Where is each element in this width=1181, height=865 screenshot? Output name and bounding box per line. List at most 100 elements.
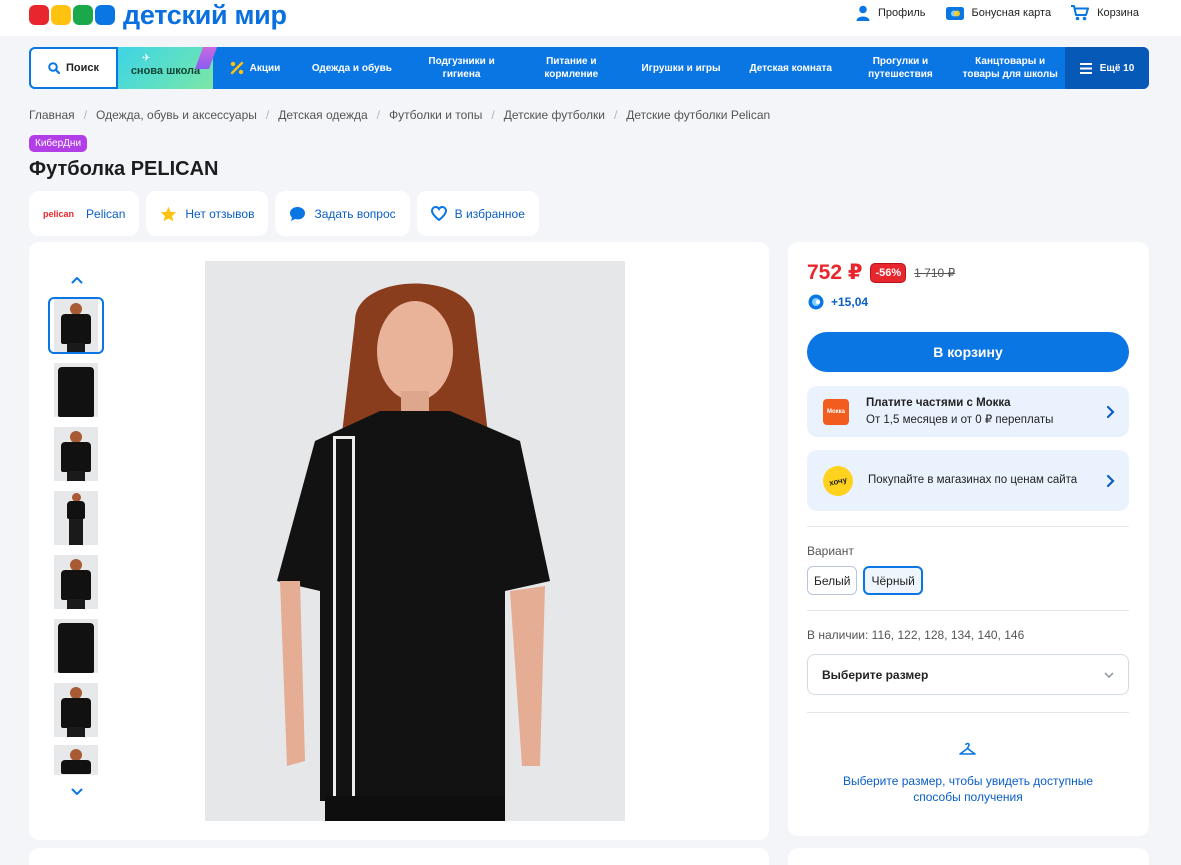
site-logo[interactable]: детский мир: [29, 0, 287, 30]
variant-black[interactable]: Чёрный: [863, 566, 923, 595]
menu-icon: [1079, 62, 1092, 74]
profile-label: Профиль: [878, 7, 926, 19]
buy-panel: 752 ₽ -56% 1 710 ₽ +15,04 В корзину Мокк…: [788, 242, 1149, 836]
breadcrumb-item[interactable]: Детские футболки Pelican: [626, 108, 770, 122]
mokka-title: Платите частями с Мокка: [866, 396, 1011, 409]
search-button[interactable]: Поиск: [29, 47, 118, 89]
description-card: [29, 848, 769, 865]
nav-item-kids-room[interactable]: Детская комната: [736, 47, 846, 89]
breadcrumb-separator: /: [265, 108, 270, 122]
main-nav: Поиск ✈ снова школа Акции Одежда и обувь…: [29, 47, 1149, 89]
paper-plane-icon: ✈: [142, 53, 151, 64]
current-price: 752 ₽: [807, 261, 863, 284]
logo-text: детский мир: [123, 0, 287, 30]
breadcrumb-item[interactable]: Главная: [29, 108, 75, 122]
chevron-right-icon: [1106, 474, 1115, 487]
reviews-link[interactable]: Нет отзывов: [146, 191, 269, 236]
cart-label: Корзина: [1097, 7, 1139, 19]
nav-item-food[interactable]: Питание и кормление: [516, 47, 626, 89]
search-label: Поиск: [65, 62, 99, 74]
thumbnails-up-button[interactable]: [48, 270, 106, 290]
search-icon: [48, 62, 60, 74]
logo-blocks: [29, 5, 115, 25]
store-prices-text: Покупайте в магазинах по ценам сайта: [868, 474, 1078, 486]
user-icon: [856, 5, 870, 21]
bonus-card-label: Бонусная карта: [971, 7, 1052, 19]
percent-icon: [230, 61, 243, 75]
delivery-hint: Выберите размер, чтобы увидеть доступные…: [842, 774, 1094, 804]
variant-white[interactable]: Белый: [807, 566, 858, 595]
breadcrumb-separator: /: [613, 108, 618, 122]
mokka-text: Платите частями с Мокка От 1,5 месяцев и…: [866, 395, 1106, 429]
top-links: Профиль Бонусная карта Корзина: [856, 4, 1139, 22]
thumbnail[interactable]: [48, 617, 104, 674]
nav-sale-label: Акции: [249, 62, 281, 74]
chat-bubble-icon: [290, 206, 306, 221]
nav-item-clothes[interactable]: Одежда и обувь: [297, 47, 407, 89]
favorite-label: В избранное: [454, 206, 525, 221]
breadcrumb-separator: /: [376, 108, 380, 122]
bonus-card-link[interactable]: Бонусная карта: [945, 4, 1052, 22]
product-actions: pelican Pelican Нет отзывов Задать вопро…: [29, 191, 539, 236]
nav-item-diapers[interactable]: Подгузники и гигиена: [407, 47, 517, 89]
thumbnail[interactable]: [48, 489, 104, 546]
breadcrumb-item[interactable]: Одежда, обувь и аксессуары: [96, 108, 257, 122]
divider: [807, 712, 1129, 713]
nav-more-button[interactable]: Ещё 10: [1065, 47, 1149, 89]
header: детский мир Профиль Бонусная карта Корзи…: [0, 0, 1181, 36]
breadcrumb: Главная / Одежда, обувь и аксессуары / Дет…: [29, 108, 770, 122]
chevron-down-icon: [71, 788, 83, 796]
bonus-card-icon: [945, 6, 964, 20]
size-select[interactable]: Выберите размер: [807, 654, 1129, 695]
thumbnails-down-button[interactable]: [48, 782, 106, 802]
promo-label: снова школа: [130, 65, 201, 77]
divider: [807, 526, 1129, 527]
nav-item-stationery[interactable]: Канцтовары и товары для школы: [955, 47, 1065, 89]
nav-item-walks[interactable]: Прогулки и путешествия: [846, 47, 956, 89]
brand-name: Pelican: [86, 206, 126, 221]
breadcrumb-item[interactable]: Детская одежда: [278, 108, 367, 122]
ask-question-button[interactable]: Задать вопрос: [275, 191, 410, 236]
thumbnail[interactable]: [48, 297, 104, 354]
breadcrumb-item[interactable]: Детские футболки: [504, 108, 605, 122]
promo-back-to-school[interactable]: ✈ снова школа: [118, 47, 218, 89]
chevron-right-icon: [1106, 405, 1115, 418]
breadcrumb-item[interactable]: Футболки и топы: [389, 108, 482, 122]
product-gallery: [29, 242, 769, 840]
breadcrumb-separator: /: [491, 108, 495, 122]
nav-item-toys[interactable]: Игрушки и игры: [626, 47, 736, 89]
nav-item-sale[interactable]: Акции: [213, 47, 297, 89]
profile-link[interactable]: Профиль: [856, 4, 926, 22]
thumbnail[interactable]: [48, 681, 104, 738]
breadcrumb-separator: /: [83, 108, 88, 122]
cart-icon: [1071, 5, 1090, 21]
thumbnail[interactable]: [48, 361, 104, 418]
thumbnail[interactable]: [48, 553, 104, 610]
reviews-label: Нет отзывов: [185, 206, 255, 221]
main-product-photo[interactable]: [205, 261, 625, 821]
mokka-subtitle: От 1,5 месяцев и от 0 ₽ переплаты: [866, 413, 1054, 426]
heart-icon: [430, 206, 447, 221]
hochu-logo: хочу: [820, 462, 856, 499]
bonus-points: +15,04: [807, 294, 868, 310]
ask-question-label: Задать вопрос: [314, 206, 396, 221]
chevron-down-icon: [1104, 671, 1114, 678]
brand-logo: pelican: [43, 208, 75, 219]
divider: [807, 610, 1129, 611]
thumbnail[interactable]: [48, 745, 104, 775]
price-row: 752 ₽ -56% 1 710 ₽: [807, 260, 955, 285]
bonus-value: +15,04: [831, 295, 869, 309]
discount-badge: -56%: [870, 262, 907, 283]
brand-link[interactable]: pelican Pelican: [29, 191, 140, 236]
bonus-coin-icon: [808, 294, 824, 310]
mokka-installments-card[interactable]: Мокка Платите частями с Мокка От 1,5 мес…: [807, 386, 1129, 437]
star-icon: [161, 206, 177, 221]
product-photo-illustration: [205, 261, 625, 821]
cart-link[interactable]: Корзина: [1071, 4, 1139, 22]
favorite-button[interactable]: В избранное: [416, 191, 539, 236]
add-to-cart-button[interactable]: В корзину: [807, 332, 1129, 372]
old-price: 1 710 ₽: [914, 265, 956, 280]
thumbnail[interactable]: [48, 425, 104, 482]
secondary-card: [788, 848, 1149, 865]
store-prices-card[interactable]: хочу Покупайте в магазинах по ценам сайт…: [807, 450, 1129, 511]
